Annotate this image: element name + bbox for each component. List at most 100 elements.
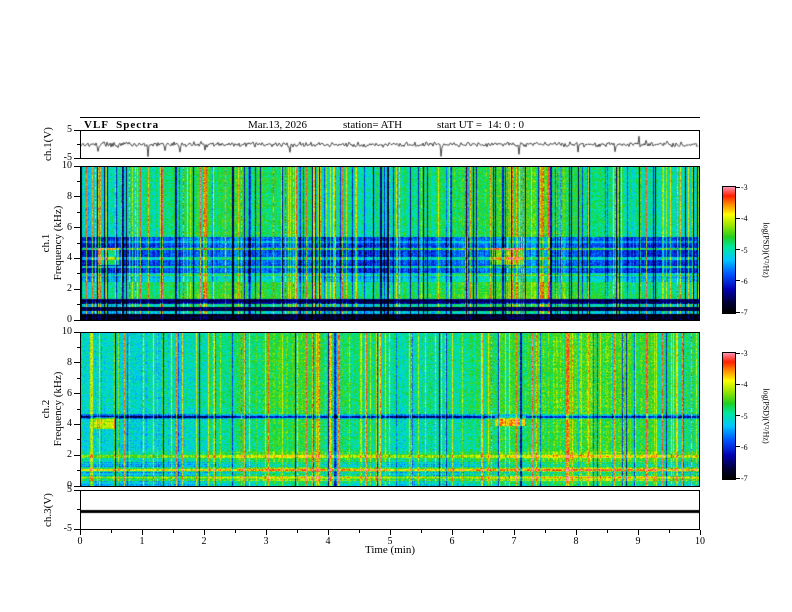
y-tick-mark — [74, 157, 80, 159]
ch1-label-line2: Frequency (kHz) — [52, 205, 64, 281]
x-tick-label: 4 — [325, 536, 331, 547]
x-tick-mark — [699, 530, 701, 535]
ch2-label-line2: Frequency (kHz) — [52, 371, 64, 447]
colorbar-tick-mark — [736, 446, 740, 448]
x-minor-tick-mark — [172, 530, 174, 533]
colorbar-tick-mark — [736, 311, 740, 313]
y-minor-tick-mark — [77, 470, 80, 472]
x-tick-label: 10 — [695, 536, 705, 547]
ch3-ylabel: ch.3(V) — [42, 493, 54, 527]
y-tick-mark — [74, 454, 80, 456]
y-tick-label: 5 — [67, 124, 72, 135]
colorbar-tick-label: -6 — [741, 276, 748, 286]
colorbar-tick-label: -6 — [741, 442, 748, 452]
y-minor-tick-mark — [77, 211, 80, 213]
x-tick-label: 2 — [201, 536, 207, 547]
ch2-spectrogram-ylabel: ch.2 Frequency (kHz) — [40, 372, 64, 447]
x-tick-mark — [451, 530, 453, 535]
ch2-spectrogram-canvas — [81, 333, 699, 486]
x-tick-label: 6 — [449, 536, 455, 547]
y-minor-tick-mark — [77, 346, 80, 348]
ch1-colorbar-label: log(PSD)(V²/Hz) — [761, 222, 771, 278]
x-minor-tick-mark — [234, 530, 236, 533]
y-tick-label: -5 — [63, 523, 72, 534]
ch2-colorbar-label: log(PSD)(V²/Hz) — [761, 388, 771, 444]
ch2-label-line1: ch.2 — [40, 399, 52, 419]
ch1-waveform-panel — [80, 130, 700, 159]
ch3-panel — [80, 490, 700, 530]
colorbar-tick-mark — [736, 477, 740, 479]
ch2-colorbar-canvas — [723, 353, 735, 479]
y-tick-mark — [74, 227, 80, 229]
vlf-spectra-figure: VLF Spectra Mar.13, 2026 station= ATH st… — [0, 0, 792, 612]
y-tick-label: 2 — [67, 283, 72, 295]
x-tick-label: 5 — [387, 536, 393, 547]
y-tick-label: 5 — [67, 484, 72, 495]
colorbar-tick-label: -5 — [741, 245, 748, 255]
x-tick-mark — [637, 530, 639, 535]
colorbar-tick-mark — [736, 280, 740, 282]
y-tick-mark — [74, 423, 80, 425]
x-tick-mark — [265, 530, 267, 535]
colorbar-tick-label: -3 — [741, 183, 748, 192]
x-minor-tick-mark — [420, 530, 422, 533]
colorbar-tick-mark — [736, 186, 740, 188]
ch1-colorbar — [722, 186, 736, 314]
x-minor-tick-mark — [358, 530, 360, 533]
ch2-spectrogram-panel — [80, 332, 700, 487]
colorbar-tick-mark — [736, 415, 740, 416]
y-tick-mark — [74, 196, 80, 198]
colorbar-tick-label: -4 — [741, 214, 748, 224]
y-tick-mark — [74, 129, 80, 131]
x-tick-label: 9 — [635, 536, 641, 547]
x-minor-tick-mark — [544, 530, 546, 533]
y-tick-mark — [74, 288, 80, 290]
x-tick-mark — [203, 530, 205, 535]
colorbar-tick-mark — [736, 217, 740, 219]
ch1-spectrogram-ylabel: ch.1 Frequency (kHz) — [40, 206, 64, 281]
y-minor-tick-mark — [77, 273, 80, 275]
y-tick-mark — [74, 319, 80, 321]
y-minor-tick-mark — [77, 180, 80, 182]
y-tick-label: 10 — [62, 160, 72, 171]
x-tick-mark — [79, 530, 81, 535]
x-tick-label: 0 — [77, 536, 83, 547]
y-tick-mark — [74, 393, 80, 395]
y-tick-label: 6 — [67, 221, 72, 233]
x-minor-tick-mark — [482, 530, 484, 533]
y-tick-mark — [74, 485, 80, 487]
y-tick-label: 8 — [67, 190, 72, 202]
y-tick-label: 0 — [67, 314, 72, 325]
colorbar-tick-label: -3 — [741, 349, 748, 358]
colorbar-tick-label: -4 — [741, 380, 748, 390]
y-minor-tick-mark — [77, 143, 80, 145]
colorbar-tick-label: -7 — [741, 474, 748, 483]
x-minor-tick-mark — [296, 530, 298, 533]
y-tick-label: 10 — [62, 326, 72, 337]
colorbar-tick-label: -5 — [741, 411, 748, 421]
ch1-spectrogram-canvas — [81, 167, 699, 320]
x-tick-label: 8 — [573, 536, 579, 547]
colorbar-tick-mark — [736, 383, 740, 385]
x-tick-mark — [389, 530, 391, 535]
y-minor-tick-mark — [77, 408, 80, 410]
y-tick-label: 8 — [67, 356, 72, 368]
colorbar-tick-label: -7 — [741, 308, 748, 317]
y-tick-label: 4 — [67, 252, 72, 264]
y-minor-tick-mark — [77, 509, 80, 510]
colorbar-tick-mark — [736, 249, 740, 250]
x-tick-mark — [513, 530, 515, 535]
ch3-line-canvas — [81, 491, 699, 529]
y-tick-mark — [74, 165, 80, 167]
x-minor-tick-mark — [110, 530, 112, 533]
y-tick-label: 6 — [67, 387, 72, 399]
x-tick-label: 7 — [511, 536, 517, 547]
y-tick-mark — [74, 362, 80, 364]
x-tick-mark — [327, 530, 329, 535]
x-tick-mark — [141, 530, 143, 535]
y-minor-tick-mark — [77, 242, 80, 244]
y-tick-mark — [74, 331, 80, 333]
ch1-spectrogram-panel — [80, 166, 700, 321]
ch2-colorbar — [722, 352, 736, 480]
x-tick-label: 1 — [139, 536, 145, 547]
